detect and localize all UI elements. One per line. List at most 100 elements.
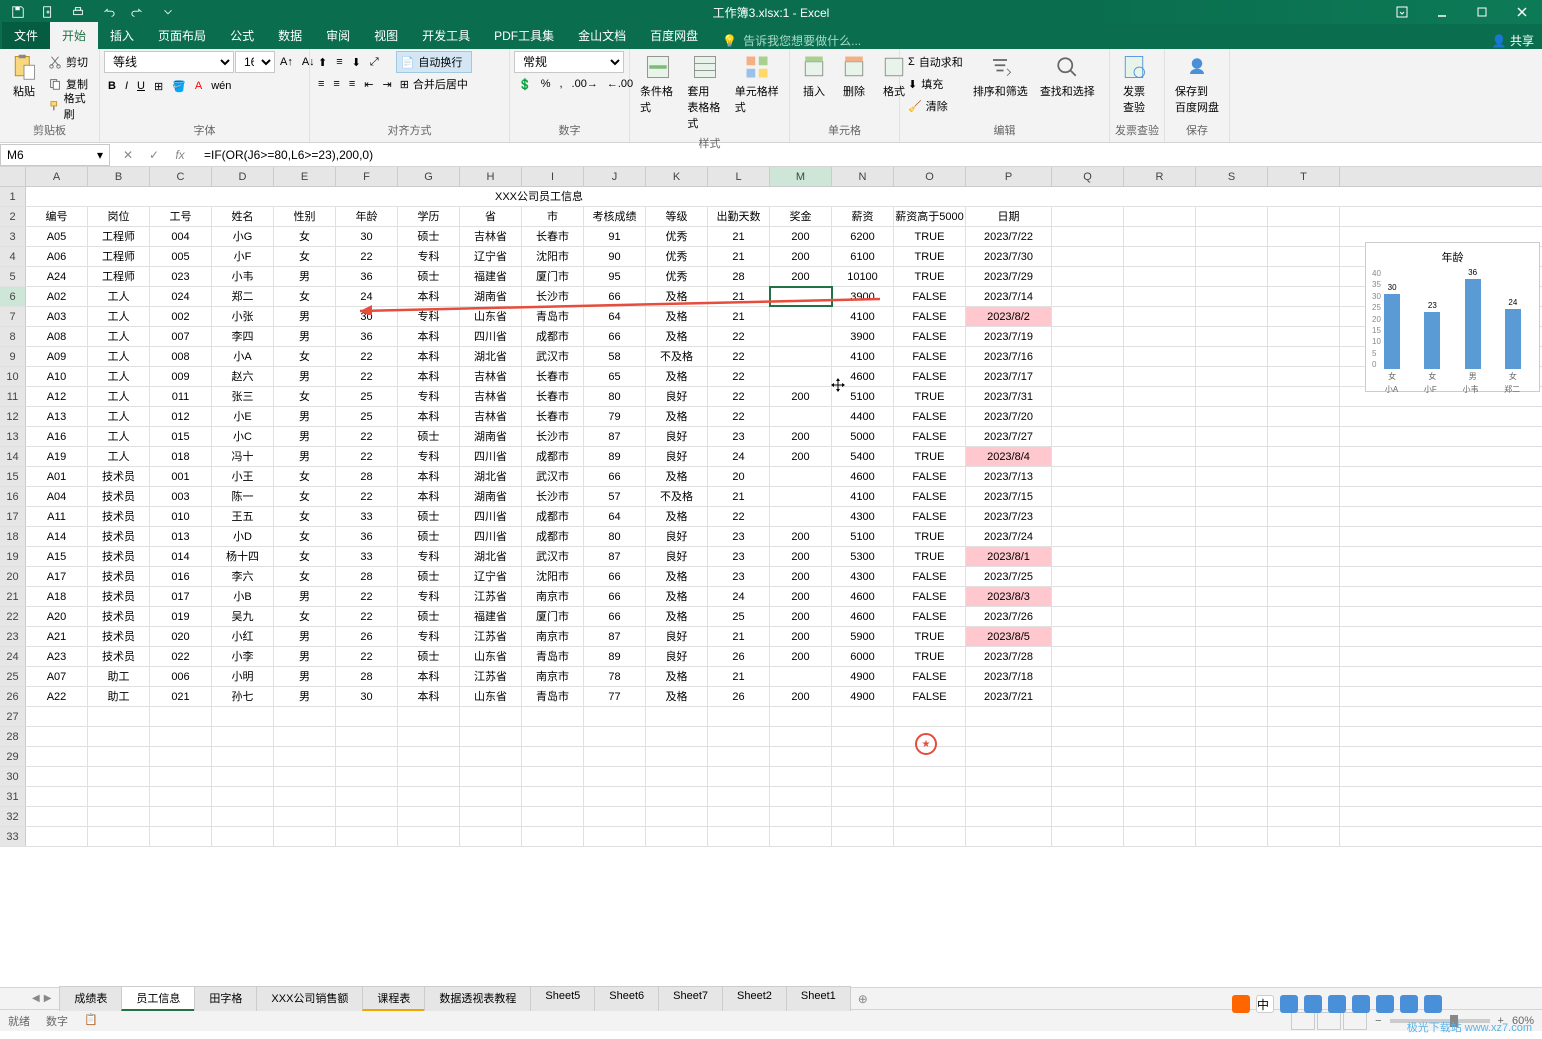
- cell[interactable]: 男: [274, 627, 336, 646]
- cell[interactable]: [1124, 607, 1196, 626]
- row-header[interactable]: 26: [0, 687, 26, 706]
- cell[interactable]: 工人: [88, 407, 150, 426]
- cell[interactable]: 长春市: [522, 387, 584, 406]
- cell[interactable]: 2023/7/19: [966, 327, 1052, 346]
- row-header[interactable]: 29: [0, 747, 26, 766]
- cell[interactable]: 24: [336, 287, 398, 306]
- cell[interactable]: [1196, 787, 1268, 806]
- column-header[interactable]: K: [646, 167, 708, 186]
- cell[interactable]: 200: [770, 547, 832, 566]
- cell[interactable]: [26, 787, 88, 806]
- cell[interactable]: 成都市: [522, 527, 584, 546]
- cell[interactable]: [398, 767, 460, 786]
- cell[interactable]: 80: [584, 387, 646, 406]
- tab-baidu[interactable]: 百度网盘: [638, 22, 710, 49]
- column-header[interactable]: B: [88, 167, 150, 186]
- cell[interactable]: 硕士: [398, 427, 460, 446]
- tab-review[interactable]: 审阅: [314, 22, 362, 49]
- cell-style-button[interactable]: 单元格样式: [729, 51, 785, 117]
- cell[interactable]: A17: [26, 567, 88, 586]
- cell[interactable]: [1124, 467, 1196, 486]
- cell[interactable]: [212, 727, 274, 746]
- row-header[interactable]: 16: [0, 487, 26, 506]
- cell[interactable]: 6200: [832, 227, 894, 246]
- cell[interactable]: [1196, 507, 1268, 526]
- cell[interactable]: 2023/7/28: [966, 647, 1052, 666]
- cell[interactable]: 技术员: [88, 507, 150, 526]
- row-header[interactable]: 12: [0, 407, 26, 426]
- cell[interactable]: [1268, 627, 1340, 646]
- row-header[interactable]: 15: [0, 467, 26, 486]
- cell[interactable]: 21: [708, 627, 770, 646]
- font-color-button[interactable]: A: [191, 75, 206, 97]
- cell[interactable]: 21: [708, 307, 770, 326]
- cell[interactable]: 30: [336, 227, 398, 246]
- cell[interactable]: [398, 747, 460, 766]
- cell[interactable]: 77: [584, 687, 646, 706]
- cell[interactable]: 硕士: [398, 527, 460, 546]
- cell[interactable]: [1052, 567, 1124, 586]
- cell[interactable]: [150, 727, 212, 746]
- cell[interactable]: [398, 807, 460, 826]
- cell[interactable]: [336, 727, 398, 746]
- cell[interactable]: 22: [336, 587, 398, 606]
- cell[interactable]: [894, 707, 966, 726]
- cell[interactable]: [1052, 707, 1124, 726]
- cell[interactable]: 江苏省: [460, 587, 522, 606]
- row-header[interactable]: 13: [0, 427, 26, 446]
- cell[interactable]: [1268, 267, 1340, 286]
- cell[interactable]: 10100: [832, 267, 894, 286]
- cell[interactable]: 小王: [212, 467, 274, 486]
- comma-icon[interactable]: ,: [555, 73, 566, 95]
- cell[interactable]: 男: [274, 687, 336, 706]
- cell[interactable]: [274, 707, 336, 726]
- cell[interactable]: [88, 827, 150, 846]
- cell[interactable]: 004: [150, 227, 212, 246]
- cell[interactable]: [1268, 507, 1340, 526]
- cell[interactable]: [1052, 487, 1124, 506]
- cell[interactable]: [1124, 507, 1196, 526]
- cell[interactable]: [832, 727, 894, 746]
- cell[interactable]: [966, 727, 1052, 746]
- cell[interactable]: [1268, 287, 1340, 306]
- cell[interactable]: 本科: [398, 467, 460, 486]
- cell[interactable]: [1196, 287, 1268, 306]
- cell[interactable]: 200: [770, 447, 832, 466]
- cell[interactable]: [1052, 687, 1124, 706]
- cell[interactable]: 22: [336, 367, 398, 386]
- cell[interactable]: [1124, 227, 1196, 246]
- cell[interactable]: [1052, 227, 1124, 246]
- cell[interactable]: 014: [150, 547, 212, 566]
- cell[interactable]: FALSE: [894, 687, 966, 706]
- cell[interactable]: 本科: [398, 347, 460, 366]
- cell[interactable]: [1196, 827, 1268, 846]
- cell[interactable]: [770, 827, 832, 846]
- cell[interactable]: [966, 767, 1052, 786]
- cell[interactable]: 200: [770, 427, 832, 446]
- cell[interactable]: [1052, 367, 1124, 386]
- cell[interactable]: FALSE: [894, 567, 966, 586]
- cell[interactable]: 26: [708, 687, 770, 706]
- row-header[interactable]: 18: [0, 527, 26, 546]
- cell[interactable]: 女: [274, 347, 336, 366]
- cell[interactable]: 陈一: [212, 487, 274, 506]
- cell[interactable]: [1268, 767, 1340, 786]
- cell[interactable]: [1052, 467, 1124, 486]
- column-header[interactable]: N: [832, 167, 894, 186]
- increase-decimal-icon[interactable]: .00→: [568, 73, 602, 95]
- cell[interactable]: [646, 747, 708, 766]
- cell[interactable]: [26, 727, 88, 746]
- cell[interactable]: [1196, 267, 1268, 286]
- cell[interactable]: 012: [150, 407, 212, 426]
- cell[interactable]: 22: [336, 427, 398, 446]
- cell[interactable]: [1268, 667, 1340, 686]
- cell[interactable]: FALSE: [894, 427, 966, 446]
- cell[interactable]: 22: [708, 407, 770, 426]
- cell[interactable]: 4400: [832, 407, 894, 426]
- cell[interactable]: 小G: [212, 227, 274, 246]
- cell[interactable]: 4900: [832, 687, 894, 706]
- cell[interactable]: [26, 767, 88, 786]
- row-header[interactable]: 28: [0, 727, 26, 746]
- column-header[interactable]: I: [522, 167, 584, 186]
- cell[interactable]: [1196, 407, 1268, 426]
